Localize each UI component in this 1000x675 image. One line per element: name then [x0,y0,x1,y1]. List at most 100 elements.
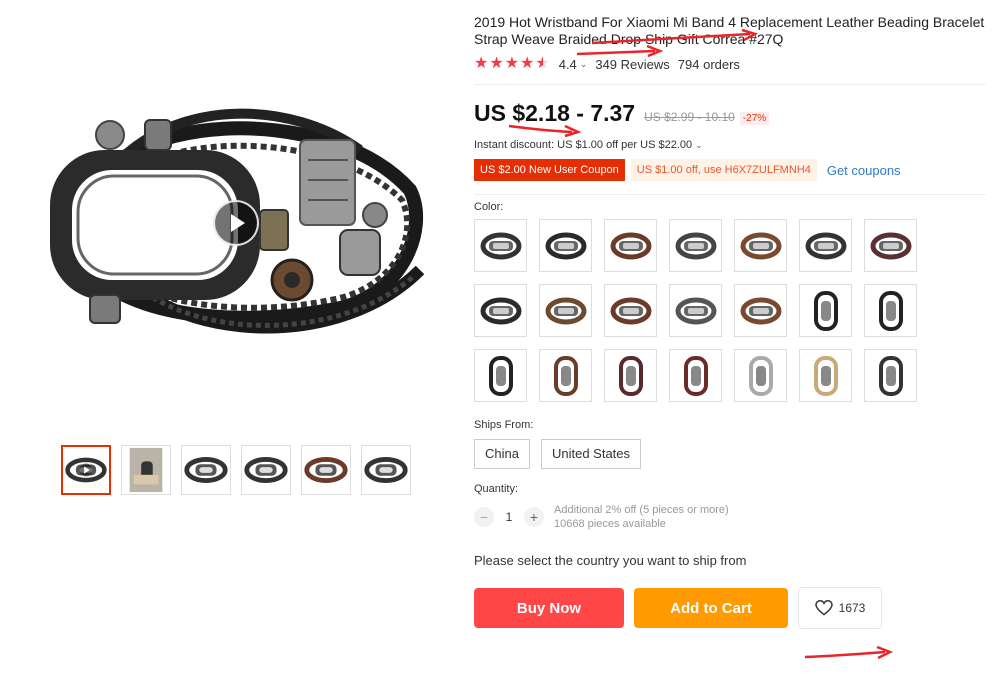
divider [474,84,986,85]
color-swatch[interactable] [799,349,852,402]
instant-discount-text: Instant discount: US $1.00 off per US $2… [474,139,693,151]
swatch-image [675,297,716,324]
play-icon [231,214,245,232]
color-swatch[interactable] [799,219,852,272]
swatch-image [740,232,781,259]
swatch-image [480,297,521,324]
color-swatch[interactable] [604,219,657,272]
color-swatch[interactable] [734,349,787,402]
color-swatch[interactable] [474,349,527,402]
swatch-image [878,290,903,331]
action-buttons: Buy Now Add to Cart 1673 [474,587,986,629]
chevron-down-icon[interactable]: ⌄ [580,59,588,70]
swatch-image [748,355,773,396]
stock-available-text: 10668 pieces available [554,518,666,530]
color-swatch[interactable] [669,219,722,272]
thumbnail-image [129,447,163,493]
original-price: US $2.99 - 10.10 [644,110,735,124]
product-thumbnail[interactable] [241,445,291,495]
quantity-label: Quantity: [474,483,519,495]
buy-now-button[interactable]: Buy Now [474,588,624,628]
wishlist-count: 1673 [838,601,866,615]
swatch-image [813,290,838,331]
swatch-image [480,232,521,259]
color-swatch[interactable] [669,349,722,402]
ships-from-options: China United States [474,439,986,469]
store-coupon[interactable]: US $1.00 off, use H6X7ZULFMNH4 [630,159,817,181]
product-title: 2019 Hot Wristband For Xiaomi Mi Band 4 … [474,14,985,47]
product-thumbnail[interactable] [181,445,231,495]
orders-count: 794 orders [677,56,740,72]
instant-discount[interactable]: Instant discount: US $1.00 off per US $2… [474,139,986,151]
thumbnail-image [244,457,288,483]
swatch-image [610,297,651,324]
color-swatch[interactable] [474,284,527,337]
color-swatch[interactable] [604,284,657,337]
annotation-arrow [804,645,894,660]
swatch-image [553,355,578,396]
color-swatch[interactable] [604,349,657,402]
swatch-image [805,232,846,259]
product-thumbnail[interactable] [61,445,111,495]
color-swatch[interactable] [864,284,917,337]
add-to-cart-button[interactable]: Add to Cart [634,588,788,628]
color-swatch[interactable] [474,219,527,272]
thumbnail-strip [61,445,411,495]
thumbnail-image [65,457,107,483]
star-rating[interactable]: ★ ★ ★ ★ ★ [474,56,550,72]
chevron-down-icon: ⌄ [695,140,703,150]
star-half-icon: ★ [535,55,550,72]
ship-option-united-states[interactable]: United States [540,439,642,469]
color-swatch[interactable] [539,349,592,402]
rating-row: ★ ★ ★ ★ ★ 4.4 ⌄ 349 Reviews 794 orders [474,56,986,72]
coupon-row: US $2.00 New User Coupon US $1.00 off, u… [474,159,986,181]
swatch-image [618,355,643,396]
heart-icon [814,600,833,616]
color-swatch[interactable] [734,284,787,337]
product-thumbnail[interactable] [361,445,411,495]
swatch-image [545,297,586,324]
divider [474,194,986,195]
swatch-image [488,355,513,396]
quantity-note: Additional 2% off (5 pieces or more) 106… [554,503,729,531]
color-swatch[interactable] [669,284,722,337]
star-icon: ★ [474,55,489,72]
quantity-value[interactable]: 1 [494,510,524,524]
reviews-link[interactable]: 349 Reviews [595,57,669,72]
rating-value[interactable]: 4.4 [559,57,577,72]
color-swatch[interactable] [539,219,592,272]
thumbnail-image [364,457,408,483]
get-coupons-link[interactable]: Get coupons [827,163,901,178]
ship-option-china[interactable]: China [474,439,530,469]
color-label: Color: [474,201,504,213]
thumbnail-image [184,457,228,483]
color-swatch[interactable] [864,349,917,402]
color-swatch-grid [474,219,986,402]
swatch-image [740,297,781,324]
star-icon: ★ [504,55,520,72]
swatch-image [870,232,911,259]
swatch-image [878,355,903,396]
color-swatch[interactable] [799,284,852,337]
play-video-button[interactable] [213,200,259,246]
increase-quantity-button[interactable]: + [524,507,544,527]
swatch-image [813,355,838,396]
main-product-image[interactable] [30,40,440,400]
wishlist-button[interactable]: 1673 [798,587,882,629]
current-price: US $2.18 - 7.37 [474,100,636,126]
star-icon: ★ [520,55,535,72]
decrease-quantity-button[interactable]: − [474,507,494,527]
swatch-image [675,232,716,259]
price-row: US $2.18 - 7.37 US $2.99 - 10.10 -27% [474,100,986,127]
new-user-coupon[interactable]: US $2.00 New User Coupon [474,159,625,181]
thumbnail-image [304,457,348,483]
color-swatch[interactable] [539,284,592,337]
color-swatch[interactable] [734,219,787,272]
swatch-image [683,355,708,396]
ship-country-message: Please select the country you want to sh… [474,553,747,568]
product-thumbnail[interactable] [301,445,351,495]
swatch-image [545,232,586,259]
color-swatch[interactable] [864,219,917,272]
swatch-image [610,232,651,259]
product-thumbnail[interactable] [121,445,171,495]
